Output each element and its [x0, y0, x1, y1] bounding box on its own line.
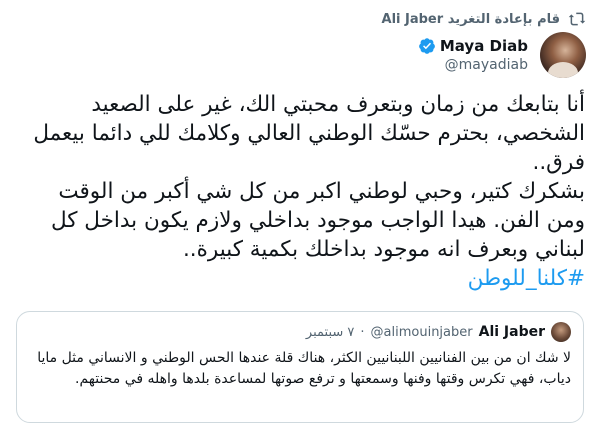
verified-icon [418, 37, 436, 55]
retweet-label[interactable]: Ali Jaber قام بإعادة التغريد [382, 12, 560, 27]
quoted-tweet[interactable]: ٧ سبتمبر · @alimouinjaber Ali Jaber لا ش… [16, 311, 584, 423]
quoted-author-name: Ali Jaber [478, 324, 545, 340]
tweet-text-content: أنا بتابعك من زمان وبتعرف محبتي الك، غير… [33, 92, 585, 262]
author-handle[interactable]: @mayadiab [445, 57, 528, 73]
quoted-tweet-header: ٧ سبتمبر · @alimouinjaber Ali Jaber [306, 322, 571, 342]
tweet-header: Maya Diab @mayadiab [418, 32, 586, 78]
retweet-icon [568, 11, 586, 27]
author-info: Maya Diab @mayadiab [418, 37, 528, 73]
retweet-indicator[interactable]: Ali Jaber قام بإعادة التغريد [382, 9, 586, 29]
hashtag-link[interactable]: #كلنا_للوطن [20, 264, 585, 293]
avatar[interactable] [540, 32, 586, 78]
separator-dot: · [360, 324, 365, 340]
author-display-name[interactable]: Maya Diab [440, 37, 528, 55]
quoted-tweet-text: لا شك ان من بين الفنانيين اللبنانيين الك… [37, 350, 571, 387]
author-name-row[interactable]: Maya Diab [418, 37, 528, 55]
tweet-text: أنا بتابعك من زمان وبتعرف محبتي الك، غير… [20, 90, 585, 293]
quoted-tweet-date[interactable]: ٧ سبتمبر [306, 325, 354, 340]
quoted-author-handle: @alimouinjaber [370, 324, 473, 340]
quoted-author-avatar [551, 322, 571, 342]
